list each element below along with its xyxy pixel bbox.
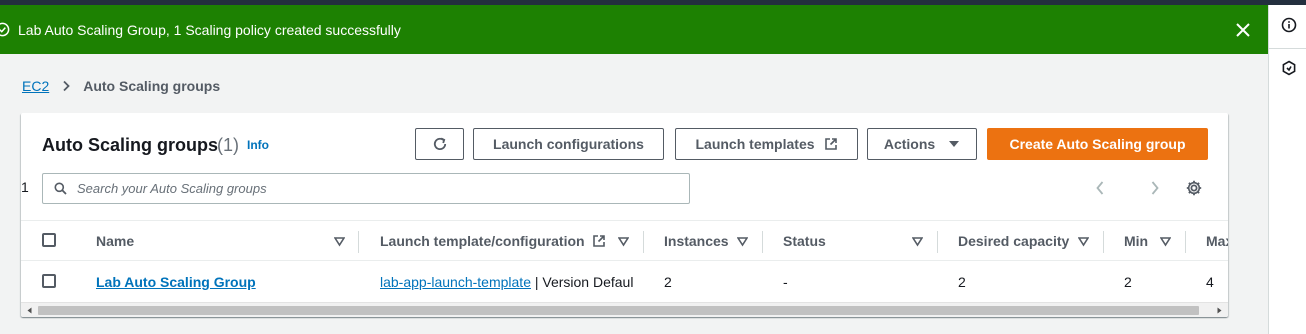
current-page-number[interactable]: 1 [21,179,29,197]
sort-caret-icon[interactable] [334,236,345,247]
breadcrumb-current: Auto Scaling groups [83,78,221,94]
external-link-icon [824,138,837,150]
hexagon-icon[interactable] [1281,60,1297,76]
column-divider[interactable] [643,231,644,253]
group-count: (1) [217,135,239,155]
chevron-right-icon [63,80,71,92]
search-box [42,173,690,204]
max-cell: 4 [1206,274,1214,290]
page-title: Auto Scaling groups [42,135,219,155]
search-input[interactable] [75,175,675,202]
column-divider[interactable] [358,231,359,253]
column-header-max[interactable]: Max [1206,233,1228,250]
launch-configurations-button[interactable]: Launch configurations [473,128,664,160]
flash-message: Lab Auto Scaling Group, 1 Scaling policy… [18,22,401,38]
scroll-right-arrow-icon[interactable] [1216,307,1223,314]
launch-template-cell: lab-app-launch-template | Version Defaul [380,274,642,291]
refresh-icon [433,137,446,150]
group-name-link[interactable]: Lab Auto Scaling Group [96,274,256,290]
column-header-launch-template[interactable]: Launch template/configuration [380,233,585,250]
column-header-min[interactable]: Min [1124,233,1148,250]
group-name-cell: Lab Auto Scaling Group [96,274,256,291]
desired-capacity-cell: 2 [958,274,966,290]
create-auto-scaling-group-button[interactable]: Create Auto Scaling group [987,128,1208,160]
table-row[interactable]: Lab Auto Scaling Group lab-app-launch-te… [21,261,1228,302]
external-link-icon [593,235,605,247]
next-page-icon[interactable] [1150,179,1160,197]
search-icon [54,182,67,195]
caret-down-icon [949,141,960,147]
actions-dropdown-button[interactable]: Actions [867,128,977,160]
select-all-checkbox[interactable] [42,233,56,247]
horizontal-scrollbar[interactable] [21,302,1228,317]
success-flash-banner: Lab Auto Scaling Group, 1 Scaling policy… [0,5,1268,54]
info-icon[interactable] [1281,17,1297,33]
sort-caret-icon[interactable] [1078,236,1089,247]
breadcrumb-ec2-link[interactable]: EC2 [22,77,49,95]
column-header-desired-capacity[interactable]: Desired capacity [958,233,1069,250]
create-auto-scaling-group-label: Create Auto Scaling group [1009,136,1186,152]
table-header: Name Launch template/configuration Insta… [21,220,1228,261]
launch-templates-button[interactable]: Launch templates [675,128,858,160]
column-divider[interactable] [1185,231,1186,253]
breadcrumb: EC2 Auto Scaling groups [22,77,220,95]
scroll-left-arrow-icon[interactable] [26,307,33,314]
status-cell: - [783,274,788,290]
close-icon[interactable] [1233,20,1253,40]
sort-caret-icon[interactable] [618,236,629,247]
success-check-icon [0,22,10,37]
instances-cell: 2 [664,274,672,290]
launch-template-link[interactable]: lab-app-launch-template [380,274,531,290]
rail-divider [1269,48,1306,49]
column-header-name[interactable]: Name [96,233,134,250]
auto-scaling-groups-panel: Auto Scaling groups (1) Info Launch conf… [21,113,1228,317]
column-divider[interactable] [1103,231,1104,253]
row-select-checkbox[interactable] [42,274,56,288]
column-divider[interactable] [762,231,763,253]
launch-configurations-label: Launch configurations [493,136,644,152]
launch-template-version: | Version Defaul [530,274,634,290]
actions-label: Actions [883,136,936,152]
min-cell: 2 [1124,274,1132,290]
previous-page-icon[interactable] [1095,179,1105,197]
column-header-instances[interactable]: Instances [664,233,729,250]
column-divider[interactable] [937,231,938,253]
launch-templates-label: Launch templates [695,136,815,152]
info-link[interactable]: Info [247,138,269,152]
sort-caret-icon[interactable] [912,236,923,247]
sort-caret-icon[interactable] [1160,236,1171,247]
refresh-button[interactable] [415,128,464,160]
column-header-status[interactable]: Status [783,233,826,250]
gear-icon[interactable] [1185,179,1203,197]
sort-caret-icon[interactable] [737,236,748,247]
right-tools-rail [1268,5,1306,334]
scrollbar-thumb[interactable] [38,306,1199,315]
